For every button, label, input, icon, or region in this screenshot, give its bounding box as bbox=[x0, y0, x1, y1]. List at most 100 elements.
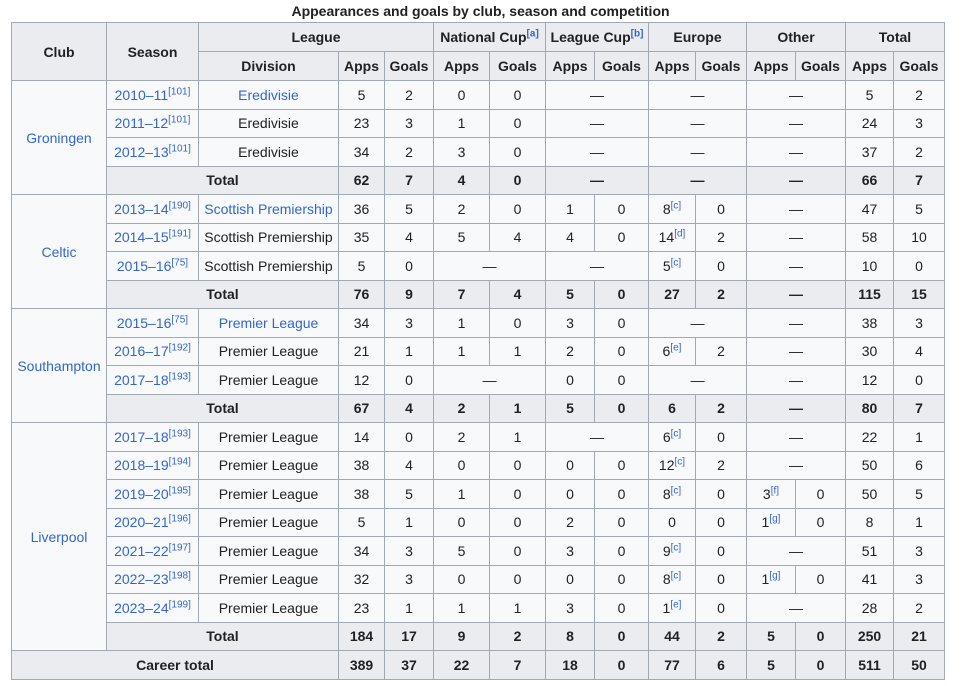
stat-cell: 36 bbox=[338, 194, 385, 224]
season-ref-link[interactable]: [195] bbox=[169, 485, 191, 496]
stat-cell: 9 bbox=[384, 279, 434, 309]
stat-cell: 5 bbox=[746, 650, 796, 680]
stat-cell: — bbox=[746, 165, 846, 195]
season-link[interactable]: 2011–12 bbox=[115, 115, 168, 131]
stat-cell: 22 bbox=[433, 650, 490, 680]
season-link[interactable]: 2010–11 bbox=[115, 87, 168, 103]
europe-note-link[interactable]: [c] bbox=[671, 428, 682, 439]
stat-cell: 0 bbox=[594, 222, 649, 252]
stat-cell: 3 bbox=[893, 308, 945, 338]
stat-cell: 77 bbox=[648, 650, 696, 680]
season-link[interactable]: 2014–15 bbox=[114, 229, 169, 245]
stat-cell: 0 bbox=[594, 365, 649, 395]
season-link[interactable]: 2022–23 bbox=[114, 571, 169, 587]
europe-note-link[interactable]: [c] bbox=[671, 485, 682, 496]
season-link[interactable]: 2015–16 bbox=[117, 258, 172, 274]
season-ref-link[interactable]: [101] bbox=[168, 115, 190, 126]
other-note-link[interactable]: [f] bbox=[771, 485, 779, 496]
stat-cell: — bbox=[545, 108, 649, 138]
stat-cell: — bbox=[746, 80, 846, 110]
stat-cell: 1 bbox=[489, 422, 546, 452]
stat-cell: 37 bbox=[845, 137, 894, 167]
season-ref-link[interactable]: [194] bbox=[169, 457, 191, 468]
stat-cell: 32 bbox=[338, 564, 385, 594]
season-ref-link[interactable]: [191] bbox=[169, 229, 191, 240]
season-ref-link[interactable]: [101] bbox=[169, 143, 191, 154]
season-link[interactable]: 2021–22 bbox=[114, 543, 169, 559]
table-row: 2020–21[196] Premier League 5 1 0 0 2 0 0 0 1[g] 0 8… bbox=[12, 507, 945, 537]
season-link[interactable]: 2017–18 bbox=[114, 429, 169, 445]
stat-cell: 2 bbox=[695, 222, 747, 252]
season-link[interactable]: 2016–17 bbox=[114, 343, 169, 359]
total-label: Total bbox=[106, 279, 339, 309]
season-ref-link[interactable]: [75] bbox=[171, 257, 188, 268]
stat-cell: 0 bbox=[594, 593, 649, 623]
note-a-link[interactable]: [a] bbox=[527, 28, 539, 39]
stat-cell: 3 bbox=[545, 593, 595, 623]
club-name-link[interactable]: Groningen bbox=[11, 80, 107, 195]
other-note-link[interactable]: [g] bbox=[769, 571, 780, 582]
stat-cell: 6[e] bbox=[648, 336, 696, 366]
stat-cell: 0 bbox=[489, 137, 546, 167]
europe-note-link[interactable]: [c] bbox=[671, 257, 682, 268]
season-ref-link[interactable]: [197] bbox=[169, 542, 191, 553]
division-cell[interactable]: Scottish Premiership bbox=[198, 194, 339, 224]
season-link[interactable]: 2023–24 bbox=[114, 600, 169, 616]
stat-cell: 34 bbox=[338, 137, 385, 167]
header-goals: Goals bbox=[695, 51, 747, 81]
stat-cell: 0 bbox=[594, 479, 649, 509]
season-ref-link[interactable]: [75] bbox=[171, 314, 188, 325]
season-ref-link[interactable]: [193] bbox=[169, 371, 191, 382]
note-b-link[interactable]: [b] bbox=[631, 28, 644, 39]
europe-note-link[interactable]: [e] bbox=[670, 599, 681, 610]
season-link[interactable]: 2015–16 bbox=[117, 315, 172, 331]
stat-cell: 38 bbox=[338, 450, 385, 480]
division-cell[interactable]: Premier League bbox=[198, 308, 339, 338]
other-note-link[interactable]: [g] bbox=[769, 514, 780, 525]
stat-cell: 2 bbox=[433, 393, 490, 423]
division-cell: Premier League bbox=[198, 507, 339, 537]
season-link[interactable]: 2013–14 bbox=[114, 201, 169, 217]
club-name-link[interactable]: Liverpool bbox=[11, 422, 107, 651]
season-ref-link[interactable]: [190] bbox=[169, 200, 191, 211]
club-name-link[interactable]: Celtic bbox=[11, 194, 107, 309]
season-ref-link[interactable]: [196] bbox=[169, 514, 191, 525]
division-cell[interactable]: Eredivisie bbox=[198, 80, 339, 110]
division-cell: Premier League bbox=[198, 450, 339, 480]
europe-note-link[interactable]: [c] bbox=[671, 571, 682, 582]
stat-cell: 250 bbox=[845, 621, 894, 651]
europe-note-link[interactable]: [c] bbox=[675, 457, 686, 468]
season-ref-link[interactable]: [192] bbox=[169, 343, 191, 354]
europe-note-link[interactable]: [c] bbox=[671, 542, 682, 553]
season-link[interactable]: 2020–21 bbox=[114, 514, 169, 530]
europe-note-link[interactable]: [c] bbox=[671, 200, 682, 211]
stat-cell: 2 bbox=[384, 137, 434, 167]
season-link[interactable]: 2018–19 bbox=[114, 457, 169, 473]
season-ref-link[interactable]: [198] bbox=[169, 571, 191, 582]
stat-cell: 0 bbox=[594, 308, 649, 338]
stat-cell: 1 bbox=[489, 336, 546, 366]
stat-cell: — bbox=[746, 336, 846, 366]
season-ref-link[interactable]: [101] bbox=[168, 86, 190, 97]
stat-cell: 50 bbox=[893, 650, 945, 680]
stat-cell: — bbox=[746, 137, 846, 167]
stat-cell: 0 bbox=[489, 536, 546, 566]
europe-note-link[interactable]: [d] bbox=[674, 229, 685, 240]
header-total: Total bbox=[845, 22, 945, 52]
season-ref-link[interactable]: [193] bbox=[169, 428, 191, 439]
stat-cell: 8[c] bbox=[648, 479, 696, 509]
season-link[interactable]: 2017–18 bbox=[114, 372, 169, 388]
season-link[interactable]: 2012–13 bbox=[114, 144, 169, 160]
stat-cell: 9 bbox=[433, 621, 490, 651]
stat-cell: 41 bbox=[845, 564, 894, 594]
stat-cell: 2 bbox=[893, 137, 945, 167]
season-ref-link[interactable]: [199] bbox=[169, 599, 191, 610]
stat-cell: 8[c] bbox=[648, 564, 696, 594]
stat-cell: — bbox=[746, 536, 846, 566]
season-cell: 2012–13[101] bbox=[106, 137, 199, 167]
season-link[interactable]: 2019–20 bbox=[114, 486, 169, 502]
stat-cell: 0 bbox=[594, 336, 649, 366]
stat-cell: 115 bbox=[845, 279, 894, 309]
europe-note-link[interactable]: [e] bbox=[670, 343, 681, 354]
club-name-link[interactable]: Southampton bbox=[11, 308, 107, 423]
